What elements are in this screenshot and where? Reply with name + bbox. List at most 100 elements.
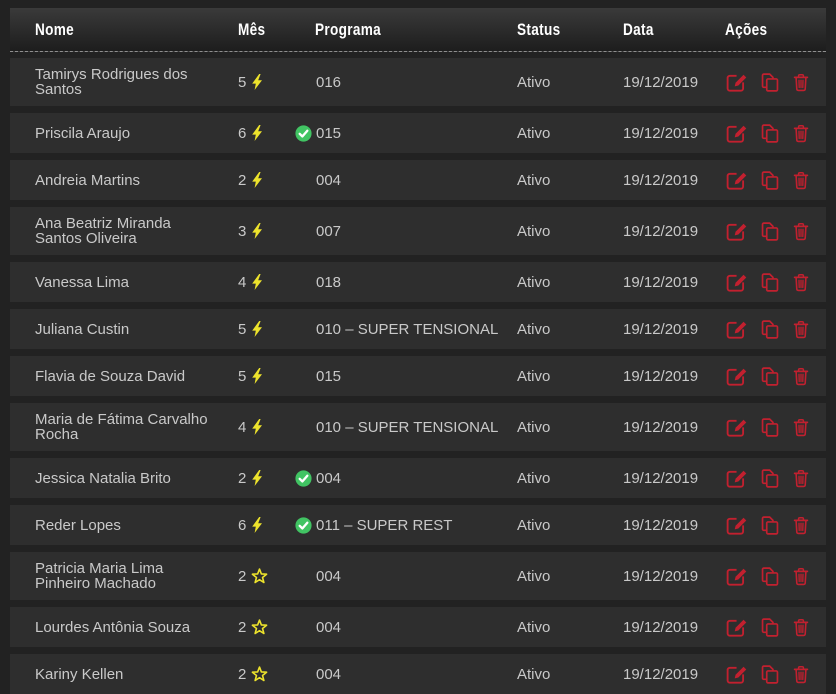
status-label: Ativo xyxy=(517,471,550,486)
trash-icon xyxy=(791,617,811,638)
program-cell: 018 xyxy=(285,274,507,291)
name-cell: Patricia Maria Lima Pinheiro Machado xyxy=(10,561,228,591)
month-cell: 2 xyxy=(228,619,285,636)
column-header-data: Data xyxy=(613,20,715,40)
month-cell: 2 xyxy=(228,470,285,486)
month-cell: 4 xyxy=(228,274,285,290)
month-value: 4 xyxy=(238,275,246,290)
delete-button[interactable] xyxy=(791,566,811,587)
edit-button[interactable] xyxy=(725,467,749,489)
check-icon xyxy=(295,125,312,142)
program-label: 015 xyxy=(316,369,341,384)
trash-icon xyxy=(791,319,811,340)
copy-button[interactable] xyxy=(759,272,781,293)
delete-button[interactable] xyxy=(791,221,811,242)
delete-button[interactable] xyxy=(791,366,811,387)
program-cell: 004 xyxy=(285,568,507,585)
program-label: 007 xyxy=(316,224,341,239)
trash-icon xyxy=(791,417,811,438)
date-cell: 19/12/2019 xyxy=(613,569,715,584)
name-cell: Maria de Fátima Carvalho Rocha xyxy=(10,412,228,442)
date-cell: 19/12/2019 xyxy=(613,369,715,384)
edit-button[interactable] xyxy=(725,220,749,242)
status-label: Ativo xyxy=(517,569,550,584)
edit-button[interactable] xyxy=(725,169,749,191)
program-cell: 011 – SUPER REST xyxy=(285,517,507,534)
delete-button[interactable] xyxy=(791,515,811,536)
edit-button[interactable] xyxy=(725,271,749,293)
delete-button[interactable] xyxy=(791,170,811,191)
program-label: 004 xyxy=(316,173,341,188)
copy-button[interactable] xyxy=(759,417,781,438)
copy-icon xyxy=(759,566,781,587)
month-value: 3 xyxy=(238,224,246,239)
edit-button[interactable] xyxy=(725,318,749,340)
date-label: 19/12/2019 xyxy=(623,518,698,533)
client-name: Andreia Martins xyxy=(35,173,140,188)
delete-button[interactable] xyxy=(791,468,811,489)
table-row: Lourdes Antônia Souza 2 004 Ativo 19/12/… xyxy=(10,607,826,647)
edit-button[interactable] xyxy=(725,514,749,536)
delete-button[interactable] xyxy=(791,319,811,340)
edit-button[interactable] xyxy=(725,565,749,587)
copy-button[interactable] xyxy=(759,617,781,638)
edit-icon xyxy=(725,663,749,685)
edit-button[interactable] xyxy=(725,416,749,438)
delete-button[interactable] xyxy=(791,123,811,144)
star-icon xyxy=(251,666,268,683)
copy-button[interactable] xyxy=(759,366,781,387)
column-header-label: Data xyxy=(623,20,654,40)
edit-button[interactable] xyxy=(725,122,749,144)
delete-button[interactable] xyxy=(791,664,811,685)
program-label: 018 xyxy=(316,275,341,290)
program-label: 004 xyxy=(316,569,341,584)
table-row: Maria de Fátima Carvalho Rocha 4 010 – S… xyxy=(10,403,826,451)
date-label: 19/12/2019 xyxy=(623,224,698,239)
delete-button[interactable] xyxy=(791,417,811,438)
copy-button[interactable] xyxy=(759,123,781,144)
copy-button[interactable] xyxy=(759,468,781,489)
month-cell: 5 xyxy=(228,74,285,90)
edit-button[interactable] xyxy=(725,71,749,93)
edit-button[interactable] xyxy=(725,365,749,387)
copy-icon xyxy=(759,417,781,438)
status-cell: Ativo xyxy=(507,569,613,584)
month-value: 6 xyxy=(238,518,246,533)
copy-button[interactable] xyxy=(759,72,781,93)
date-cell: 19/12/2019 xyxy=(613,322,715,337)
trash-icon xyxy=(791,515,811,536)
actions-cell xyxy=(715,318,826,340)
edit-button[interactable] xyxy=(725,663,749,685)
copy-button[interactable] xyxy=(759,221,781,242)
check-icon xyxy=(295,517,312,534)
copy-button[interactable] xyxy=(759,170,781,191)
column-header-status: Status xyxy=(507,20,613,40)
program-cell: 004 xyxy=(285,470,507,487)
edit-icon xyxy=(725,122,749,144)
trash-icon xyxy=(791,72,811,93)
edit-icon xyxy=(725,318,749,340)
program-label: 004 xyxy=(316,471,341,486)
client-name: Lourdes Antônia Souza xyxy=(35,620,190,635)
bolt-icon xyxy=(251,517,263,533)
delete-button[interactable] xyxy=(791,272,811,293)
copy-button[interactable] xyxy=(759,664,781,685)
copy-icon xyxy=(759,123,781,144)
delete-button[interactable] xyxy=(791,617,811,638)
delete-button[interactable] xyxy=(791,72,811,93)
column-header-programa: Programa xyxy=(285,20,507,40)
month-cell: 5 xyxy=(228,321,285,337)
copy-button[interactable] xyxy=(759,515,781,536)
copy-icon xyxy=(759,366,781,387)
edit-button[interactable] xyxy=(725,616,749,638)
program-label: 016 xyxy=(316,75,341,90)
copy-icon xyxy=(759,221,781,242)
name-cell: Lourdes Antônia Souza xyxy=(10,620,228,635)
table-header-row: Nome Mês Programa Status Data Ações xyxy=(10,8,826,52)
copy-button[interactable] xyxy=(759,566,781,587)
name-cell: Jessica Natalia Brito xyxy=(10,471,228,486)
table-body: Tamirys Rodrigues dos Santos 5 016 Ativo… xyxy=(10,58,826,694)
date-label: 19/12/2019 xyxy=(623,275,698,290)
copy-button[interactable] xyxy=(759,319,781,340)
date-label: 19/12/2019 xyxy=(623,173,698,188)
